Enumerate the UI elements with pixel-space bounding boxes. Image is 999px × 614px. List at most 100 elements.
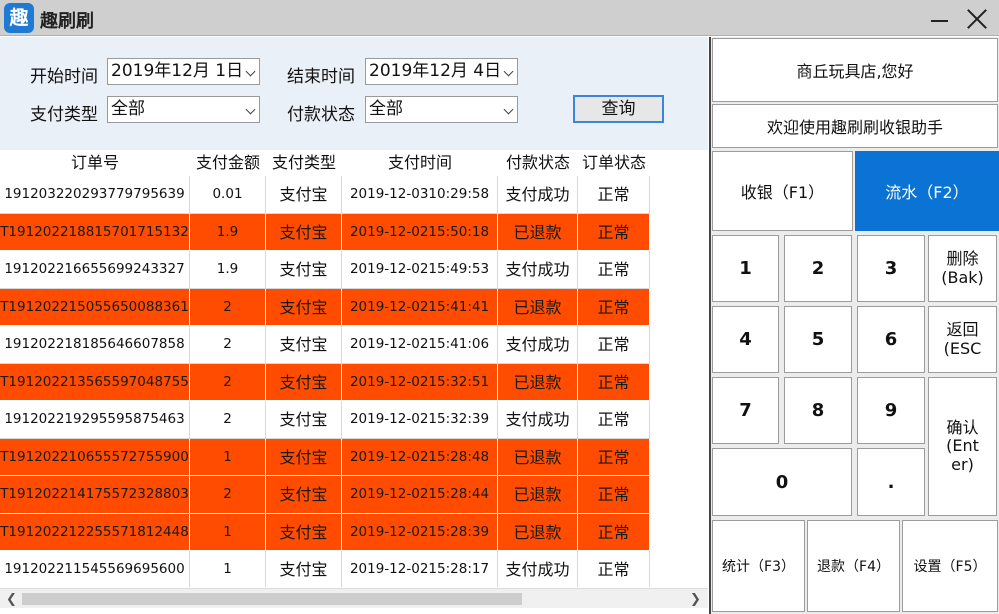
pay-status-cell: 支付成功 [498, 251, 578, 289]
table-row[interactable]: 191202218185646607858 2 支付宝 2019-12-0215:41… [0, 326, 708, 364]
minimize-icon[interactable] [931, 20, 948, 22]
tab-cashier[interactable]: 收银（F1） [712, 151, 853, 231]
pay-status-cell: 支付成功 [498, 551, 578, 587]
pay-type-cell: 支付宝 [266, 326, 342, 364]
pay-time-cell: 2019-12-0215:49:53 [342, 251, 498, 289]
numpad-key-4[interactable]: 4 [712, 306, 779, 373]
refund-button[interactable]: 退款（F4） [807, 520, 900, 612]
pay-time-cell: 2019-12-0215:32:39 [342, 401, 498, 439]
order-id-cell: T191202210655572755900 [0, 438, 190, 476]
amount-cell: 1.9 [190, 213, 266, 251]
numpad-key-8[interactable]: 8 [784, 377, 852, 444]
start-date-picker[interactable]: 2019年12月 1日 [107, 58, 260, 85]
pay-time-cell: 2019-12-0215:28:48 [342, 438, 498, 476]
scrollbar-thumb[interactable] [22, 593, 522, 605]
column-header-amount: 支付金额 [195, 153, 260, 172]
order-status-cell: 正常 [578, 401, 650, 439]
stats-button[interactable]: 统计（F3） [712, 520, 805, 612]
numpad-key-7[interactable]: 7 [712, 377, 779, 444]
column-header-pay-time: 支付时间 [387, 153, 452, 172]
chevron-down-icon [503, 104, 514, 115]
pay-status-cell: 支付成功 [498, 401, 578, 439]
column-header-order-status: 订单状态 [581, 153, 646, 172]
order-status-cell: 正常 [578, 251, 650, 289]
filter-panel [0, 37, 708, 150]
pay-status-select[interactable]: 全部 [365, 96, 518, 123]
order-id-cell: 191202219295595875463 [0, 401, 190, 439]
table-row-refunded[interactable]: T191202214175572328803 2 支付宝 2019-12-0215:2… [0, 476, 708, 514]
table-row-refunded[interactable]: T191202215055650088361 2 支付宝 2019-12-0215:4… [0, 288, 708, 326]
pay-type-cell: 支付宝 [266, 438, 342, 476]
table-row-refunded[interactable]: T191202212255571812448 1 支付宝 2019-12-0215:2… [0, 513, 708, 551]
pay-time-cell: 2019-12-0215:41:41 [342, 288, 498, 326]
order-status-cell: 正常 [578, 326, 650, 364]
amount-cell: 1.9 [190, 251, 266, 289]
pay-time-cell: 2019-12-0310:29:58 [342, 176, 498, 214]
order-id-cell: 191202218185646607858 [0, 326, 190, 364]
delete-key[interactable]: 删除 (Bak) [928, 235, 997, 302]
order-status-cell: 正常 [578, 438, 650, 476]
close-icon[interactable] [962, 4, 992, 34]
table-row-refunded[interactable]: T191202210655572755900 1 支付宝 2019-12-0215:2… [0, 438, 708, 476]
orders-table: 订单号 支付金额 支付类型 支付时间 付款状态 订单状态 19120322029… [0, 150, 708, 587]
numpad-key-2[interactable]: 2 [784, 235, 852, 302]
store-greeting: 商丘玩具店,您好 [712, 38, 998, 102]
query-button[interactable]: 查询 [573, 95, 664, 123]
pay-type-select[interactable]: 全部 [107, 96, 260, 123]
pay-type-cell: 支付宝 [266, 251, 342, 289]
title-bar: 趣 趣刷刷 [0, 0, 999, 36]
chevron-down-icon [503, 66, 514, 77]
order-id-cell: T191202213565597048755 [0, 363, 190, 401]
numpad-key-3[interactable]: 3 [857, 235, 925, 302]
table-row[interactable]: 191203220293779795639 0.01 支付宝 2019-12-0310… [0, 176, 708, 214]
amount-cell: 2 [190, 326, 266, 364]
numpad-key-dot[interactable]: . [857, 448, 925, 516]
app-title: 趣刷刷 [40, 11, 94, 32]
table-row[interactable]: 191202216655699243327 1.9 支付宝 2019-12-0215:… [0, 251, 708, 289]
table-row[interactable]: 191202211545569695600 1 支付宝 2019-12-0215:28… [0, 551, 708, 587]
numpad-key-5[interactable]: 5 [784, 306, 852, 373]
settings-button[interactable]: 设置（F5） [902, 520, 998, 612]
pay-type-label: 支付类型 [30, 105, 98, 125]
pay-time-cell: 2019-12-0215:50:18 [342, 213, 498, 251]
order-id-cell: T191202214175572328803 [0, 476, 190, 514]
pay-type-cell: 支付宝 [266, 213, 342, 251]
order-id-cell: 191202216655699243327 [0, 251, 190, 289]
column-header-pay-type: 支付类型 [271, 153, 336, 172]
amount-cell: 1 [190, 551, 266, 587]
table-row[interactable]: 191202219295595875463 2 支付宝 2019-12-0215:32… [0, 401, 708, 439]
pay-type-cell: 支付宝 [266, 551, 342, 587]
pay-status-cell: 已退款 [498, 476, 578, 514]
pay-type-cell: 支付宝 [266, 176, 342, 214]
cashier-panel: 商丘玩具店,您好 欢迎使用趣刷刷收银助手 收银（F1） 流水（F2） 1 2 3… [711, 37, 999, 614]
numpad-key-9[interactable]: 9 [857, 377, 925, 444]
amount-cell: 2 [190, 401, 266, 439]
order-id-cell: 191203220293779795639 [0, 176, 190, 214]
confirm-key[interactable]: 确认 (Ent er) [928, 377, 997, 516]
numpad-key-1[interactable]: 1 [712, 235, 779, 302]
horizontal-scrollbar[interactable]: ❮ ❯ [0, 588, 708, 608]
numpad-key-6[interactable]: 6 [857, 306, 925, 373]
pay-status-cell: 已退款 [498, 213, 578, 251]
scroll-right-icon[interactable]: ❯ [690, 592, 701, 607]
pay-status-cell: 已退款 [498, 363, 578, 401]
order-status-cell: 正常 [578, 363, 650, 401]
pay-time-cell: 2019-12-0215:28:17 [342, 551, 498, 587]
amount-cell: 1 [190, 513, 266, 551]
pay-type-cell: 支付宝 [266, 288, 342, 326]
table-header: 订单号 支付金额 支付类型 支付时间 付款状态 订单状态 [0, 150, 708, 176]
back-key[interactable]: 返回 (ESC [928, 306, 997, 373]
end-date-value: 2019年12月 4日 [369, 61, 502, 81]
tab-flow[interactable]: 流水（F2） [855, 151, 999, 231]
pay-type-cell: 支付宝 [266, 476, 342, 514]
order-status-cell: 正常 [578, 288, 650, 326]
scroll-left-icon[interactable]: ❮ [6, 592, 17, 607]
numpad-key-0[interactable]: 0 [712, 448, 852, 516]
column-header-order-id: 订单号 [70, 153, 119, 172]
end-date-picker[interactable]: 2019年12月 4日 [365, 58, 518, 85]
amount-cell: 0.01 [190, 176, 266, 214]
table-row-refunded[interactable]: T191202213565597048755 2 支付宝 2019-12-0215:3… [0, 363, 708, 401]
end-time-label: 结束时间 [287, 67, 355, 87]
table-row-refunded[interactable]: T191202218815701715132 1.9 支付宝 2019-12-0215… [0, 213, 708, 251]
chevron-down-icon [245, 66, 256, 77]
